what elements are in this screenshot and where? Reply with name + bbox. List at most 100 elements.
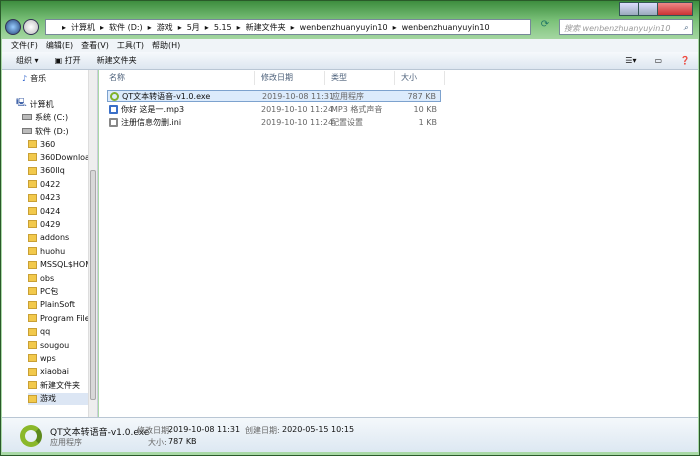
breadcrumb[interactable]: ▸ 计算机 ▸ 软件 (D:) ▸ 游戏 ▸ 5月 ▸ 5.15 ▸ 新建文件夹 ▸ wenbenzhua… [45,19,531,35]
folder-icon [28,354,37,363]
column-header-size[interactable]: 大小 [397,71,445,85]
breadcrumb-item[interactable]: 5月 [187,22,200,33]
nav-folder-item[interactable]: 360Download [28,151,90,163]
file-type: 配置设置 [331,117,363,127]
preview-pane-icon[interactable]: ▭ [654,56,662,65]
nav-folder-item[interactable]: 0423 [28,192,90,204]
breadcrumb-separator-icon[interactable]: ▸ [62,23,66,32]
file-date: 2019-10-10 11:24 [261,117,334,127]
nav-label: MSSQL$HOM [40,260,90,270]
forward-button[interactable] [23,19,39,35]
created-label: 创建日期: [245,426,280,435]
breadcrumb-separator-icon[interactable]: ▸ [237,23,241,32]
settings-file-icon [109,117,118,127]
breadcrumb-item[interactable]: 计算机 [71,22,95,33]
breadcrumb-separator-icon[interactable]: ▸ [100,23,104,32]
menu-edit[interactable]: 编辑(E) [46,40,73,51]
file-row[interactable]: 注册信息勿删.ini 2019-10-10 11:24 配置设置 1 KB [107,116,441,128]
breadcrumb-separator-icon[interactable]: ▸ [148,23,152,32]
folder-icon [28,341,37,349]
nav-label: 软件 (D:) [35,126,69,136]
folder-icon [28,367,37,376]
menu-file[interactable]: 文件(F) [11,40,38,51]
open-label: 打开 [64,56,81,65]
folder-icon [28,207,37,215]
nav-label: 游戏 [40,394,56,404]
nav-folder-item[interactable]: Program Files [28,312,90,324]
scrollbar-thumb[interactable] [90,170,96,400]
refresh-icon[interactable]: ⟳ [535,19,555,35]
minimize-button[interactable] [619,2,639,16]
exe-icon [20,425,42,447]
exe-icon [110,91,119,101]
nav-folder-item[interactable]: obs [28,272,90,284]
folder-icon [28,300,37,309]
nav-folder-item[interactable]: MSSQL$HOM [28,259,90,271]
file-row[interactable]: 你好 这是一.mp3 2019-10-10 11:24 MP3 格式声音 10 KB [107,103,441,115]
nav-folder-item[interactable]: 360 [28,138,90,150]
nav-folder-item[interactable]: 游戏 [28,392,90,405]
folder-icon [28,153,37,162]
nav-folder-item[interactable]: addons [28,232,90,244]
breadcrumb-item[interactable]: 游戏 [157,22,173,33]
nav-folder-item[interactable]: 0422 [28,178,90,190]
selected-file-type: 应用程序 [50,438,82,447]
open-button[interactable]: ▣ 打开 [55,55,81,66]
folder-icon [28,233,37,242]
breadcrumb-item[interactable]: wenbenzhuanyuyin10 [402,23,490,32]
nav-folder-item[interactable]: PC包 [28,285,90,297]
search-icon: ⌕ [683,23,688,32]
folder-icon [28,327,37,336]
nav-label: 0422 [40,179,61,189]
search-placeholder: 搜索 wenbenzhuanyuyin10 [564,24,671,33]
modified-label: 修改日期: [137,426,172,435]
help-icon[interactable]: ❓ [680,56,690,65]
nav-label: huohu [40,246,66,256]
breadcrumb-separator-icon[interactable]: ▸ [205,23,209,32]
file-type: MP3 格式声音 [331,104,383,114]
search-input[interactable]: 搜索 wenbenzhuanyuyin10 ⌕ [559,19,693,35]
nav-folder-item[interactable]: 0424 [28,205,90,217]
nav-scrollbar[interactable] [88,70,97,417]
maximize-button[interactable] [638,2,658,16]
column-headers: 名称 修改日期 类型 大小 [99,70,698,86]
breadcrumb-separator-icon[interactable]: ▸ [393,23,397,32]
nav-label: wps [40,353,56,363]
folder-icon [28,220,37,229]
column-header-date[interactable]: 修改日期 [257,71,325,85]
organize-button[interactable]: 组织 ▾ [16,55,39,66]
column-header-type[interactable]: 类型 [327,71,395,85]
close-button[interactable] [657,2,693,16]
new-folder-button[interactable]: 新建文件夹 [97,55,137,66]
file-size: 10 KB [413,104,437,114]
nav-folder-item[interactable]: huohu [28,245,90,257]
nav-folder-item[interactable]: 0429 [28,218,90,230]
breadcrumb-item[interactable]: 新建文件夹 [246,22,286,33]
breadcrumb-separator-icon[interactable]: ▸ [291,23,295,32]
menu-view[interactable]: 查看(V) [81,40,109,51]
menu-tools[interactable]: 工具(T) [117,40,144,51]
nav-folder-item[interactable]: 新建文件夹 [28,379,90,391]
breadcrumb-item[interactable]: 软件 (D:) [109,22,143,33]
back-button[interactable] [5,19,21,35]
nav-folder-item[interactable]: xiaobai [28,366,90,378]
breadcrumb-item[interactable]: wenbenzhuanyuyin10 [300,23,388,32]
nav-label: obs [40,273,55,283]
nav-folder-item[interactable]: qq [28,326,90,338]
nav-folder-item[interactable]: sougou [28,339,90,351]
address-bar-row: ▸ 计算机 ▸ 软件 (D:) ▸ 游戏 ▸ 5月 ▸ 5.15 ▸ 新建文件夹 ▸ wenbenzhua… [5,18,695,36]
nav-label: addons [40,233,70,243]
nav-folder-item[interactable]: PlainSoft [28,299,90,311]
nav-folder-item[interactable]: 360llq [28,165,90,177]
file-row[interactable]: QT文本转语音-v1.0.exe 2019-10-08 11:31 应用程序 787 … [107,90,441,102]
breadcrumb-separator-icon[interactable]: ▸ [178,23,182,32]
folder-icon [28,247,37,256]
column-header-name[interactable]: 名称 [105,71,255,85]
file-list: 名称 修改日期 类型 大小 QT文本转语音-v1.0.exe 2019-10-08… [99,70,698,417]
nav-label: 计算机 [29,99,54,109]
file-date: 2019-10-10 11:24 [261,104,334,114]
nav-folder-item[interactable]: wps [28,352,90,364]
menu-help[interactable]: 帮助(H) [152,40,180,51]
breadcrumb-item[interactable]: 5.15 [214,23,232,32]
view-options-icon[interactable]: ☰▾ [625,56,636,65]
